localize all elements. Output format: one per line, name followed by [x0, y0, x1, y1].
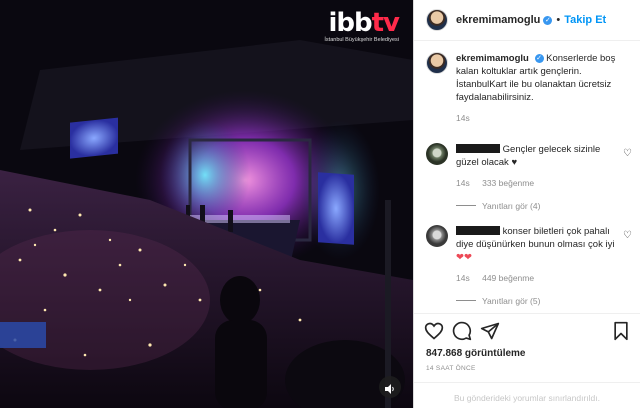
instagram-post: ibbtv İstanbul Büyükşehir Belediyesi ekr… [0, 0, 640, 408]
follow-button[interactable]: Takip Et [564, 14, 606, 26]
ibbtv-subtitle: İstanbul Büyükşehir Belediyesi [324, 37, 399, 43]
comment-time: 14s [456, 273, 470, 283]
verified-icon: ✓ [534, 54, 544, 63]
comment-likes[interactable]: 449 beğenme [482, 273, 534, 283]
share-icon[interactable] [480, 321, 500, 341]
redacted-username [456, 226, 500, 235]
action-icons [424, 321, 630, 341]
post-actions: 847.868 görüntüleme 14 SAAT ÖNCE Bu gönd… [414, 313, 640, 409]
view-count: 847.868 görüntüleme [426, 348, 526, 359]
commenter-avatar[interactable] [426, 225, 448, 247]
post-header: ekremimamoglu ✓ • Takip Et [414, 0, 640, 41]
post-side-panel: ekremimamoglu ✓ • Takip Et ekremimamoglu… [413, 0, 640, 408]
post-video[interactable]: ibbtv İstanbul Büyükşehir Belediyesi [0, 0, 413, 408]
comment-meta: 14s 449 beğenme [456, 272, 618, 285]
header-separator: • [556, 14, 561, 26]
heart-icon[interactable] [424, 321, 444, 341]
comment-icon[interactable] [452, 321, 472, 341]
comment-item: konser biletleri çok pahalı diye düşünür… [426, 225, 634, 285]
speaker-icon[interactable] [379, 376, 401, 398]
view-replies-button[interactable]: Yanıtları gör (5) [456, 295, 634, 308]
header-username[interactable]: ekremimamoglu [456, 14, 540, 26]
concert-scene [0, 0, 413, 408]
like-comment-heart-icon[interactable]: ♡ [623, 229, 632, 242]
post-timestamp: 14 SAAT ÖNCE [426, 365, 476, 372]
caption-username[interactable]: ekremimamoglu [456, 53, 529, 64]
ibbtv-brand: ibbtv [328, 8, 400, 38]
comments-limited-notice: Bu gönderideki yorumlar sınırlandırıldı. [414, 382, 640, 403]
verified-icon: ✓ [543, 15, 553, 25]
caption-time: 14s [456, 113, 470, 123]
comment-time: 14s [456, 178, 470, 188]
commenter-avatar[interactable] [426, 143, 448, 165]
comment-likes[interactable]: 333 beğenme [482, 178, 534, 188]
like-comment-heart-icon[interactable]: ♡ [623, 147, 632, 160]
red-hearts-emoji: ❤❤ [456, 252, 472, 263]
comment-meta: 14s 333 beğenme [456, 177, 618, 190]
comment-item: Gençler gelecek sizinle güzel olacak ♥ 1… [426, 143, 634, 190]
ibbtv-logo: ibbtv İstanbul Büyükşehir Belediyesi [324, 8, 400, 43]
caption-avatar[interactable] [426, 52, 448, 74]
view-replies-button[interactable]: Yanıtları gör (4) [456, 200, 634, 213]
caption: ekremimamoglu ✓ Konserlerde boş kalan ko… [426, 52, 634, 125]
redacted-username [456, 144, 500, 153]
comments-section: ekremimamoglu ✓ Konserlerde boş kalan ko… [426, 52, 634, 308]
bookmark-icon[interactable] [612, 321, 630, 341]
avatar[interactable] [426, 9, 448, 31]
